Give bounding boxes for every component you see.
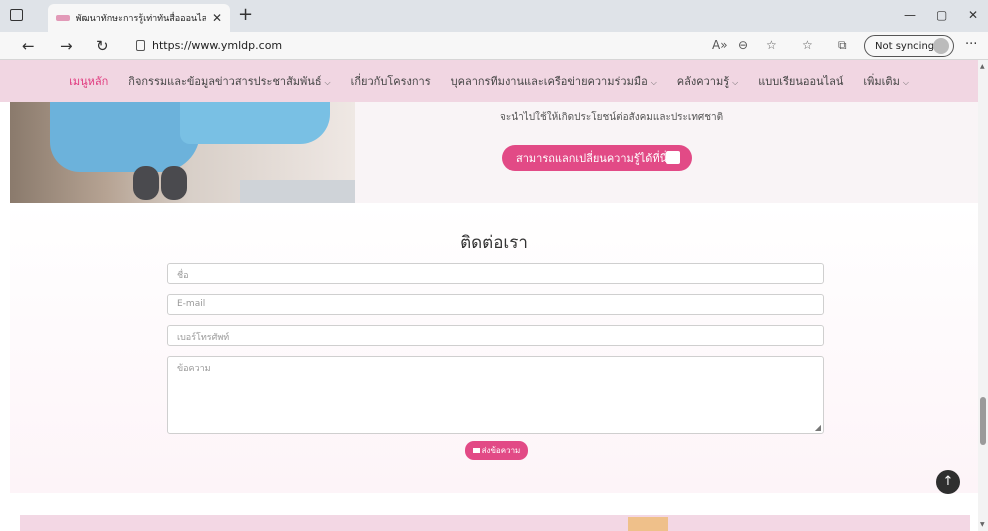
- new-tab-button[interactable]: +: [238, 4, 253, 25]
- cta-label: สามารถแลกเปลี่ยนความรู้ได้ที่นี่: [516, 152, 668, 165]
- scrollbar-thumb[interactable]: [980, 397, 986, 445]
- lock-icon[interactable]: [136, 40, 145, 51]
- page-scrollbar[interactable]: ▲ ▼: [978, 60, 988, 531]
- chevron-down-icon: ⌵: [650, 78, 657, 87]
- hero-image: [10, 102, 355, 203]
- zoom-icon[interactable]: ⊖: [738, 38, 748, 52]
- site-nav: เมนูหลัก กิจกรรมและข้อมูลข่าวสารประชาสัม…: [0, 60, 978, 102]
- profile-sync-button[interactable]: Not syncing: [864, 35, 954, 57]
- book-icon: [666, 151, 680, 164]
- email-field[interactable]: E-mail: [167, 294, 824, 315]
- site-favicon-icon: [56, 15, 70, 21]
- nav-item-knowledge[interactable]: คลังความรู้ ⌵: [677, 72, 738, 90]
- hero-image-arm: [180, 102, 330, 144]
- send-label: ส่งข้อความ: [481, 446, 521, 455]
- url-field[interactable]: https://www.ymldp.com: [152, 39, 282, 52]
- chevron-down-icon: ⌵: [324, 78, 331, 87]
- favorites-icon[interactable]: ☆: [802, 38, 813, 52]
- contact-section: ติดต่อเรา ชื่อ E-mail เบอร์โทรศัพท์ ข้อค…: [10, 203, 978, 494]
- scroll-down-icon[interactable]: ▼: [980, 521, 985, 528]
- tab-actions-icon[interactable]: [10, 9, 23, 21]
- hero-text: จะนำไปใช้ให้เกิดประโยชน์ต่อสังคมและประเท…: [500, 112, 724, 123]
- knowledge-exchange-button[interactable]: สามารถแลกเปลี่ยนความรู้ได้ที่นี่: [502, 145, 692, 171]
- collections-icon[interactable]: ⧉: [838, 38, 847, 53]
- tab-title: พัฒนาทักษะการรู้เท่าทันสื่อออนไลน์ ไม่: [75, 14, 206, 24]
- chevron-down-icon: ⌵: [902, 78, 909, 87]
- profile-icon: [933, 38, 949, 54]
- browser-tab[interactable]: พัฒนาทักษะการรู้เท่าทันสื่อออนไลน์ ไม่ ✕: [48, 4, 230, 32]
- scroll-up-icon[interactable]: ▲: [980, 63, 985, 70]
- back-icon[interactable]: ←: [22, 37, 35, 55]
- footer-band: [20, 515, 970, 531]
- address-bar: ← → ↻ https://www.ymldp.com A» ⊖ ☆ ☆ ⧉ N…: [0, 32, 988, 60]
- tab-close-icon[interactable]: ✕: [212, 11, 222, 25]
- nav-item-about[interactable]: เกี่ยวกับโครงการ: [351, 72, 431, 90]
- nav-item-activities[interactable]: กิจกรรมและข้อมูลข่าวสารประชาสัมพันธ์ ⌵: [128, 72, 330, 90]
- maximize-button[interactable]: ▢: [936, 8, 947, 22]
- hero-section: จะนำไปใช้ให้เกิดประโยชน์ต่อสังคมและประเท…: [10, 102, 978, 203]
- nav-item-more[interactable]: เพิ่มเติม ⌵: [863, 72, 909, 90]
- favorites-add-icon[interactable]: ☆: [766, 38, 777, 52]
- read-aloud-icon[interactable]: A»: [712, 38, 728, 52]
- name-field[interactable]: ชื่อ: [167, 263, 824, 284]
- resize-handle-icon[interactable]: ◢: [815, 423, 821, 432]
- envelope-icon: [472, 448, 480, 453]
- close-window-button[interactable]: ✕: [968, 8, 978, 22]
- message-field[interactable]: ข้อความ ◢: [167, 356, 824, 434]
- footer-image: [628, 517, 668, 531]
- forward-icon[interactable]: →: [60, 37, 73, 55]
- nav-item-team[interactable]: บุคลากรทีมงานและเครือข่ายความร่วมมือ ⌵: [451, 72, 657, 90]
- headphones-icon: [125, 160, 195, 200]
- contact-title: ติดต่อเรา: [460, 233, 528, 253]
- send-message-button[interactable]: ส่งข้อความ: [465, 441, 528, 460]
- more-icon[interactable]: ···: [965, 37, 977, 52]
- browser-tab-bar: พัฒนาทักษะการรู้เท่าทันสื่อออนไลน์ ไม่ ✕…: [0, 0, 988, 32]
- scroll-to-top-button[interactable]: ↑: [936, 470, 960, 494]
- sync-label: Not syncing: [875, 40, 935, 52]
- refresh-icon[interactable]: ↻: [96, 37, 109, 55]
- hero-image-laptop: [240, 180, 355, 203]
- nav-item-home[interactable]: เมนูหลัก: [69, 72, 108, 90]
- phone-field[interactable]: เบอร์โทรศัพท์: [167, 325, 824, 346]
- page-content: จะนำไปใช้ให้เกิดประโยชน์ต่อสังคมและประเท…: [10, 102, 978, 531]
- chevron-down-icon: ⌵: [732, 78, 739, 87]
- nav-item-online-lessons[interactable]: แบบเรียนออนไลน์: [758, 72, 843, 90]
- minimize-button[interactable]: —: [904, 8, 916, 22]
